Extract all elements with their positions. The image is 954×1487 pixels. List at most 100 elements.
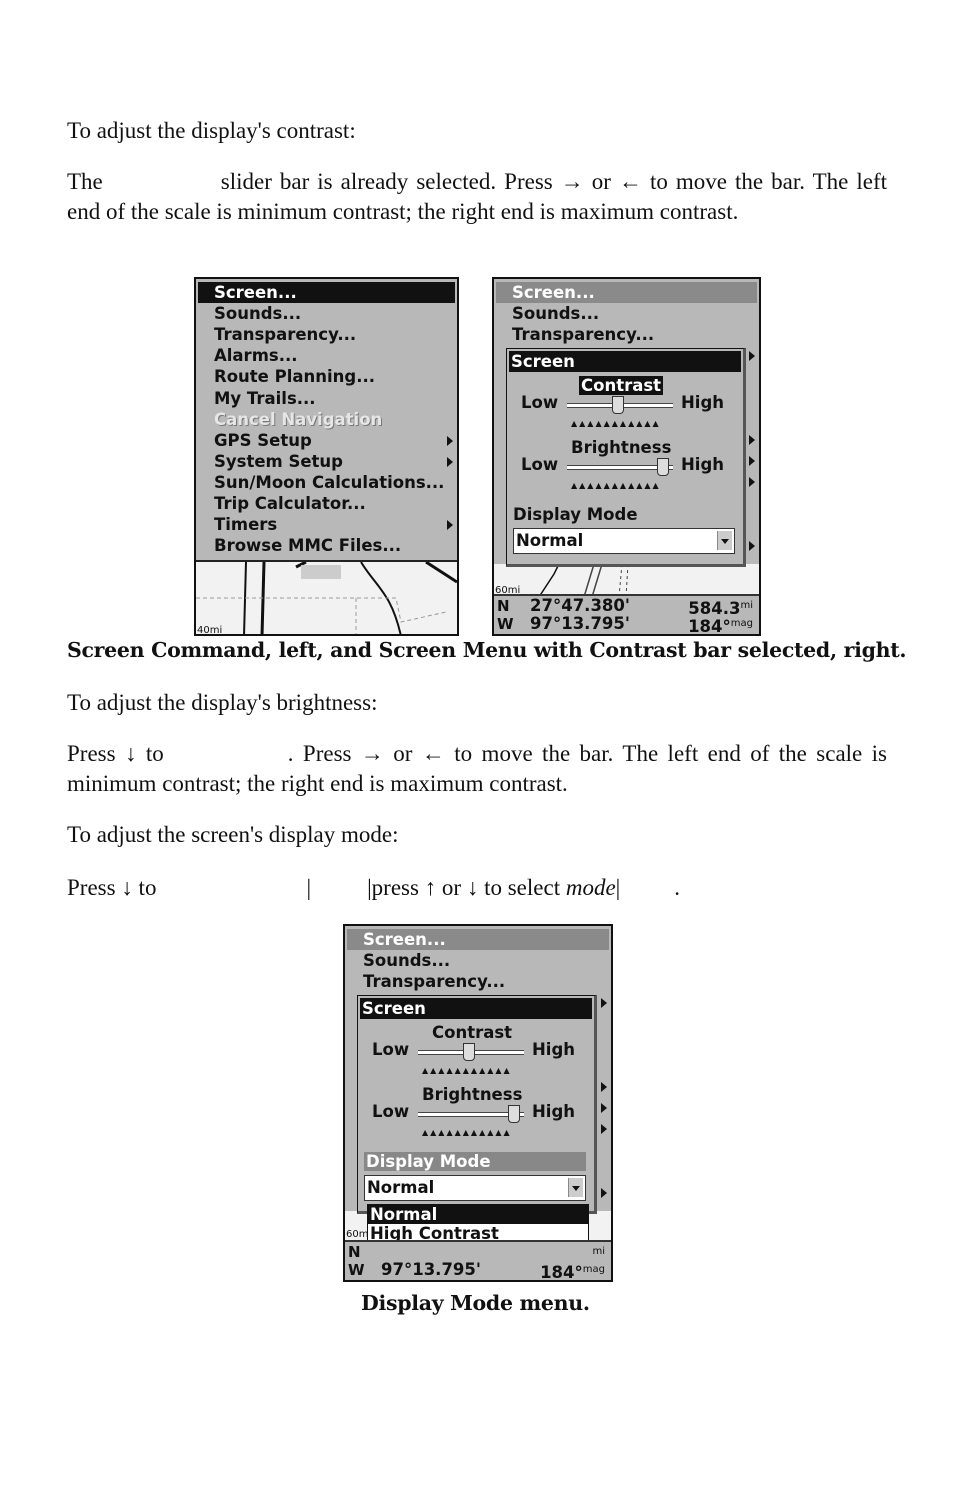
text: Press ↓ to [67, 741, 164, 766]
dropdown-arrow-icon[interactable] [568, 1178, 583, 1197]
submenu-arrow-icon [601, 998, 607, 1008]
menu-item[interactable]: Sun/Moon Calculations... [214, 472, 444, 493]
screen-settings-panel: Screen Contrast Low High ▲▲▲▲▲▲▲▲▲▲▲ Bri… [357, 995, 597, 1214]
longitude: 97°13.795' [530, 614, 630, 633]
submenu-arrow-icon [447, 520, 453, 531]
intro-display-mode: To adjust the screen's display mode: [67, 822, 399, 847]
map-area: 60mi [494, 564, 759, 597]
submenu-arrow-icon [749, 456, 755, 466]
screenshot-screen-menu: Screen... Sounds... Transparency... 60mi… [492, 277, 761, 636]
screenshot-main-menu: Screen... Sounds... Transparency... Alarms.… [194, 277, 459, 636]
menu-item[interactable]: Trip Calculator... [214, 493, 366, 514]
text: |press ↑ or ↓ to select [367, 875, 561, 900]
menu-item-sounds[interactable]: Sounds... [363, 950, 450, 971]
menu-item-screen[interactable]: Screen... [363, 929, 446, 950]
status-bar: N 27°47.380' 584.3mi W 97°13.795' 184°ma… [494, 594, 759, 634]
menu-item-screen[interactable]: Screen... [512, 282, 595, 303]
menu-item[interactable]: Screen... [214, 282, 297, 303]
brightness-ticks: ▲▲▲▲▲▲▲▲▲▲▲ [422, 1128, 512, 1137]
text: . [674, 875, 681, 900]
bearing: 184°mag [688, 615, 753, 636]
screen-settings-panel: Screen Contrast Low High ▲▲▲▲▲▲▲▲▲▲▲ Bri… [506, 348, 746, 567]
contrast-slider-thumb[interactable] [612, 396, 624, 414]
submenu-arrow-icon [749, 477, 755, 487]
contrast-low-label: Low [521, 393, 559, 412]
menu-item[interactable]: Transparency... [214, 324, 356, 345]
distance-unit: mi [740, 600, 753, 611]
brightness-label: Brightness [422, 1085, 523, 1104]
menu-item-transparency[interactable]: Transparency... [512, 324, 654, 345]
brightness-ticks: ▲▲▲▲▲▲▲▲▲▲▲ [571, 481, 661, 490]
map-scale: 40mi [197, 625, 223, 636]
lon-dir: W [348, 1261, 365, 1279]
lat-dir: N [348, 1243, 361, 1261]
bearing-value: 184° [540, 1263, 583, 1282]
submenu-arrow-icon [447, 435, 453, 446]
menu-item-transparency[interactable]: Transparency... [363, 971, 505, 992]
menu-item[interactable]: GPS Setup [214, 430, 312, 451]
text: The [67, 169, 103, 194]
bearing-value: 184° [688, 617, 731, 636]
display-mode-value: Normal [367, 1178, 435, 1197]
brightness-high-label: High [681, 455, 725, 474]
intro-brightness: To adjust the display's brightness: [67, 690, 378, 715]
submenu-arrow-icon [601, 1188, 607, 1198]
display-mode-label: Display Mode [364, 1152, 586, 1171]
submenu-arrow-icon [749, 351, 755, 361]
contrast-label: Contrast [432, 1023, 513, 1042]
figure-caption-2: Display Mode menu. [361, 1291, 590, 1315]
map-scale: 60m [346, 1229, 369, 1240]
menu-item[interactable]: Sounds... [214, 303, 301, 324]
dropdown-arrow-icon[interactable] [717, 531, 732, 550]
option-normal[interactable]: Normal [368, 1205, 588, 1224]
bearing-unit: mag [730, 618, 753, 629]
intro-contrast: To adjust the display's contrast: [67, 118, 356, 143]
contrast-slider-thumb[interactable] [463, 1043, 475, 1061]
submenu-arrow-icon [447, 456, 453, 467]
latitude: 27°47.380' [530, 596, 630, 615]
menu-item[interactable]: Alarms... [214, 345, 298, 366]
screenshot-display-mode-menu: Screen... Sounds... Transparency... 60m … [343, 924, 613, 1282]
text: | [615, 875, 621, 900]
menu-item: Cancel Navigation [214, 409, 383, 429]
menu-item[interactable]: My Trails... [214, 388, 316, 409]
display-mode-dropdown[interactable]: Normal [513, 528, 735, 554]
brightness-slider-thumb[interactable] [508, 1105, 520, 1123]
lon-dir: W [497, 615, 514, 633]
contrast-ticks: ▲▲▲▲▲▲▲▲▲▲▲ [422, 1066, 512, 1075]
panel-title: Screen [509, 351, 741, 372]
status-bar: N mi W 97°13.795' 184°mag [345, 1240, 611, 1280]
panel-title: Screen [360, 998, 592, 1019]
display-mode-dropdown[interactable]: Normal [364, 1175, 586, 1201]
map-area: 40mi [196, 560, 457, 636]
longitude: 97°13.795' [381, 1260, 481, 1279]
submenu-arrow-icon [601, 1103, 607, 1113]
brightness-low-label: Low [521, 455, 559, 474]
contrast-ticks: ▲▲▲▲▲▲▲▲▲▲▲ [571, 419, 661, 428]
display-mode-label: Display Mode [513, 505, 638, 524]
submenu-arrow-icon [749, 435, 755, 445]
contrast-instructions: The slider bar is already selected. Press… [67, 167, 887, 226]
submenu-arrow-icon [749, 541, 755, 551]
brightness-low-label: Low [372, 1102, 410, 1121]
brightness-instructions: Press ↓ to. Press → or ← to move the bar… [67, 739, 887, 798]
submenu-arrow-icon [601, 1082, 607, 1092]
text: slider bar is already selected. Press → … [67, 169, 887, 224]
contrast-high-label: High [681, 393, 725, 412]
text: . Press → or ← to move the bar. The left… [67, 741, 888, 796]
bearing-unit: mag [582, 1264, 605, 1275]
menu-item[interactable]: Route Planning... [214, 366, 375, 387]
menu-item-sounds[interactable]: Sounds... [512, 303, 599, 324]
text: Press ↓ to [67, 875, 157, 900]
distance-unit-text: mi [592, 1246, 605, 1257]
brightness-label: Brightness [571, 438, 672, 457]
lat-dir: N [497, 597, 510, 615]
menu-item[interactable]: Timers [214, 514, 277, 535]
menu-item[interactable]: Browse MMC Files... [214, 535, 401, 556]
mode-term: mode [565, 875, 616, 900]
bearing: 184°mag [540, 1261, 605, 1282]
brightness-slider-thumb[interactable] [657, 458, 669, 476]
menu-item[interactable]: System Setup [214, 451, 343, 472]
contrast-label: Contrast [579, 376, 664, 395]
brightness-high-label: High [532, 1102, 576, 1121]
